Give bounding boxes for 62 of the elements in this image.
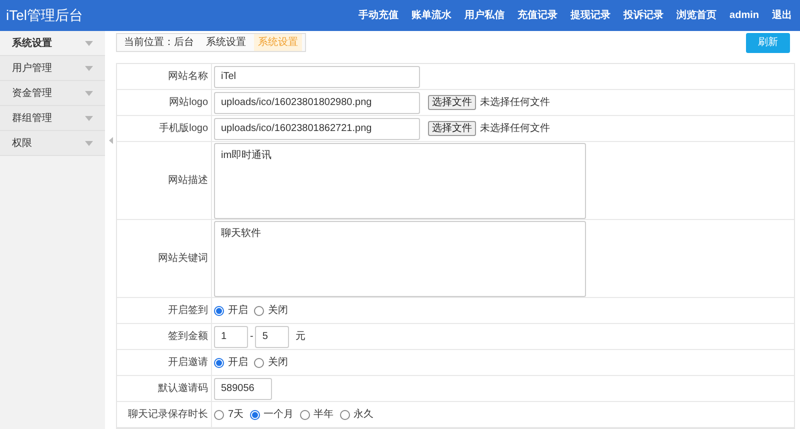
caret-icon	[85, 116, 93, 120]
caret-icon	[85, 90, 93, 96]
sidebar-item[interactable]: 权限	[0, 131, 105, 156]
collapse-icon[interactable]	[108, 137, 112, 144]
field-label: 网站logo	[169, 96, 208, 110]
choose-file-button[interactable]: 选择文件	[428, 121, 476, 136]
radio-button[interactable]	[340, 410, 350, 420]
field-label: 默认邀请码	[158, 382, 208, 396]
nav-link[interactable]: 账单流水	[412, 8, 452, 23]
sidebar-item[interactable]: 资金管理	[0, 81, 105, 106]
file-status: 未选择任何文件	[480, 122, 550, 136]
text-field[interactable]: 589056	[214, 378, 272, 400]
min-amount-field[interactable]: 1	[214, 326, 248, 348]
breadcrumb-item[interactable]: 系统设置	[202, 34, 250, 51]
radio-option[interactable]: 关闭	[254, 303, 288, 318]
radio-button[interactable]	[300, 410, 310, 420]
radio-option[interactable]: 开启	[214, 355, 248, 370]
sidebar-item[interactable]: 群组管理	[0, 106, 105, 131]
radio-option[interactable]: 关闭	[254, 355, 288, 370]
nav-link[interactable]: 手动充值	[358, 8, 399, 23]
breadcrumb-item[interactable]: 当前位置：后台	[120, 34, 198, 51]
field-label: 网站关键词	[158, 252, 208, 266]
radio-option[interactable]: 开启	[214, 303, 248, 318]
nav-link[interactable]: 充值记录	[518, 8, 558, 23]
text-area[interactable]: 聊天软件	[214, 220, 586, 296]
app-title: iTel管理后台	[6, 6, 84, 25]
field-label: 签到金额	[168, 330, 208, 344]
field-label: 网站描述	[168, 174, 208, 188]
nav-link[interactable]: 用户私信	[464, 8, 505, 23]
nav-link[interactable]: 退出	[772, 8, 792, 23]
radio-button[interactable]	[250, 410, 260, 420]
caret-icon	[85, 66, 93, 70]
radio-option[interactable]: 半年	[300, 407, 334, 422]
field-label: 开启邀请	[168, 356, 208, 370]
sidebar-item[interactable]: 用户管理	[0, 56, 105, 81]
radio-button[interactable]	[254, 306, 264, 316]
nav-link[interactable]: 投诉记录	[624, 8, 664, 23]
text-field[interactable]: iTel	[214, 66, 420, 88]
field-label: 手机版logo	[159, 122, 208, 136]
text-field[interactable]: uploads/ico/16023801802980.png	[214, 92, 420, 114]
nav-link[interactable]: admin	[730, 8, 759, 23]
field-label: 开启签到	[168, 304, 208, 318]
radio-option[interactable]: 一个月	[250, 407, 294, 422]
unit-label: 元	[295, 330, 306, 344]
max-amount-field[interactable]: 5	[255, 326, 290, 348]
field-label: 网站名称	[168, 70, 208, 84]
nav-link[interactable]: 浏览首页	[676, 8, 717, 23]
file-status: 未选择任何文件	[480, 96, 550, 110]
radio-option[interactable]: 永久	[340, 407, 374, 422]
field-label: 聊天记录保存时长	[128, 408, 208, 422]
radio-option[interactable]: 7天	[214, 407, 244, 422]
radio-button[interactable]	[214, 410, 224, 420]
nav-link[interactable]: 提现记录	[570, 8, 611, 23]
range-separator: -	[250, 330, 254, 344]
radio-button[interactable]	[254, 358, 264, 368]
radio-button[interactable]	[214, 306, 224, 316]
text-field[interactable]: uploads/ico/16023801862721.png	[214, 118, 420, 140]
choose-file-button[interactable]: 选择文件	[428, 95, 476, 110]
text-area[interactable]: im即时通讯	[214, 142, 586, 218]
radio-button[interactable]	[214, 358, 224, 368]
caret-icon	[85, 40, 93, 46]
caret-icon	[85, 140, 93, 146]
